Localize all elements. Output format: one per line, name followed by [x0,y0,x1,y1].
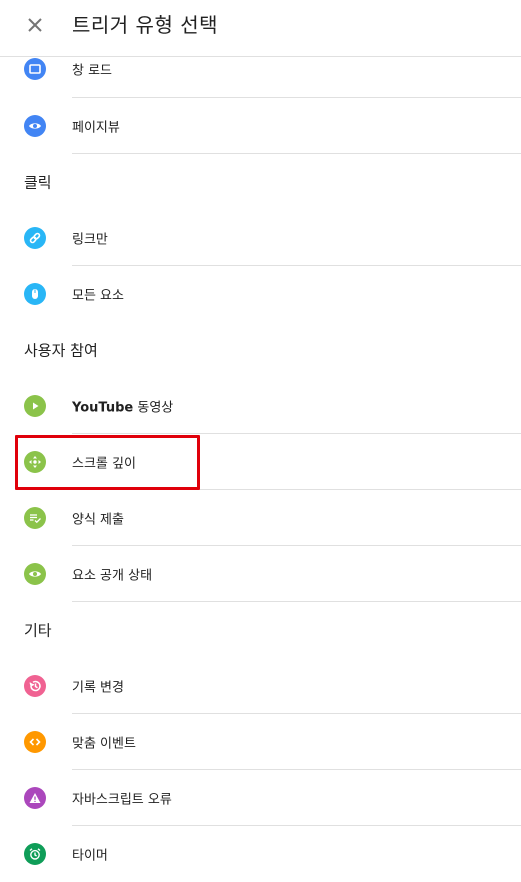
trigger-item-custom-event[interactable]: 맞춤 이벤트 [0,714,521,770]
trigger-label: 요소 공개 상태 [72,568,153,584]
trigger-label: 링크만 [72,232,108,248]
link-icon [24,227,46,249]
trigger-item-all-elements[interactable]: 모든 요소 [0,266,521,322]
page-title: 트리거 유형 선택 [72,13,219,37]
trigger-type-list: 창 로드 페이지뷰 클릭 링크만 모든 요소 사용자 참여 YouTube 동영… [0,57,521,882]
trigger-item-element-visibility[interactable]: 요소 공개 상태 [0,546,521,602]
alarm-icon [24,843,46,865]
code-icon [24,731,46,753]
trigger-item-youtube[interactable]: YouTube 동영상 [0,378,521,434]
window-icon [24,58,46,80]
warning-icon [24,787,46,809]
trigger-label: 창 로드 [72,63,113,79]
section-title-other: 기타 [24,621,52,640]
trigger-label: 타이머 [72,848,108,864]
close-icon[interactable] [22,12,48,38]
trigger-item-js-error[interactable]: 자바스크립트 오류 [0,770,521,826]
trigger-label: 기록 변경 [72,680,124,696]
trigger-item-window-load[interactable]: 창 로드 [0,57,521,98]
section-title-engagement: 사용자 참여 [24,341,98,360]
trigger-label: 모든 요소 [72,288,124,304]
eye-icon [24,115,46,137]
history-icon [24,675,46,697]
trigger-label: 맞춤 이벤트 [72,736,136,752]
header: 트리거 유형 선택 [0,0,521,57]
trigger-item-form-submit[interactable]: 양식 제출 [0,490,521,546]
mouse-icon [24,283,46,305]
trigger-item-pageview[interactable]: 페이지뷰 [0,98,521,154]
trigger-label: YouTube 동영상 [72,400,174,416]
section-title-click: 클릭 [24,173,52,192]
play-icon [24,395,46,417]
trigger-label: 페이지뷰 [72,120,120,136]
eye-icon [24,563,46,585]
form-check-icon [24,507,46,529]
trigger-item-link-click[interactable]: 링크만 [0,210,521,266]
trigger-label: 양식 제출 [72,512,124,528]
move-icon [24,451,46,473]
trigger-label: 스크롤 깊이 [72,456,136,472]
trigger-item-timer[interactable]: 타이머 [0,826,521,882]
trigger-item-history-change[interactable]: 기록 변경 [0,658,521,714]
trigger-item-scroll-depth[interactable]: 스크롤 깊이 [0,434,521,490]
trigger-label: 자바스크립트 오류 [72,792,172,808]
